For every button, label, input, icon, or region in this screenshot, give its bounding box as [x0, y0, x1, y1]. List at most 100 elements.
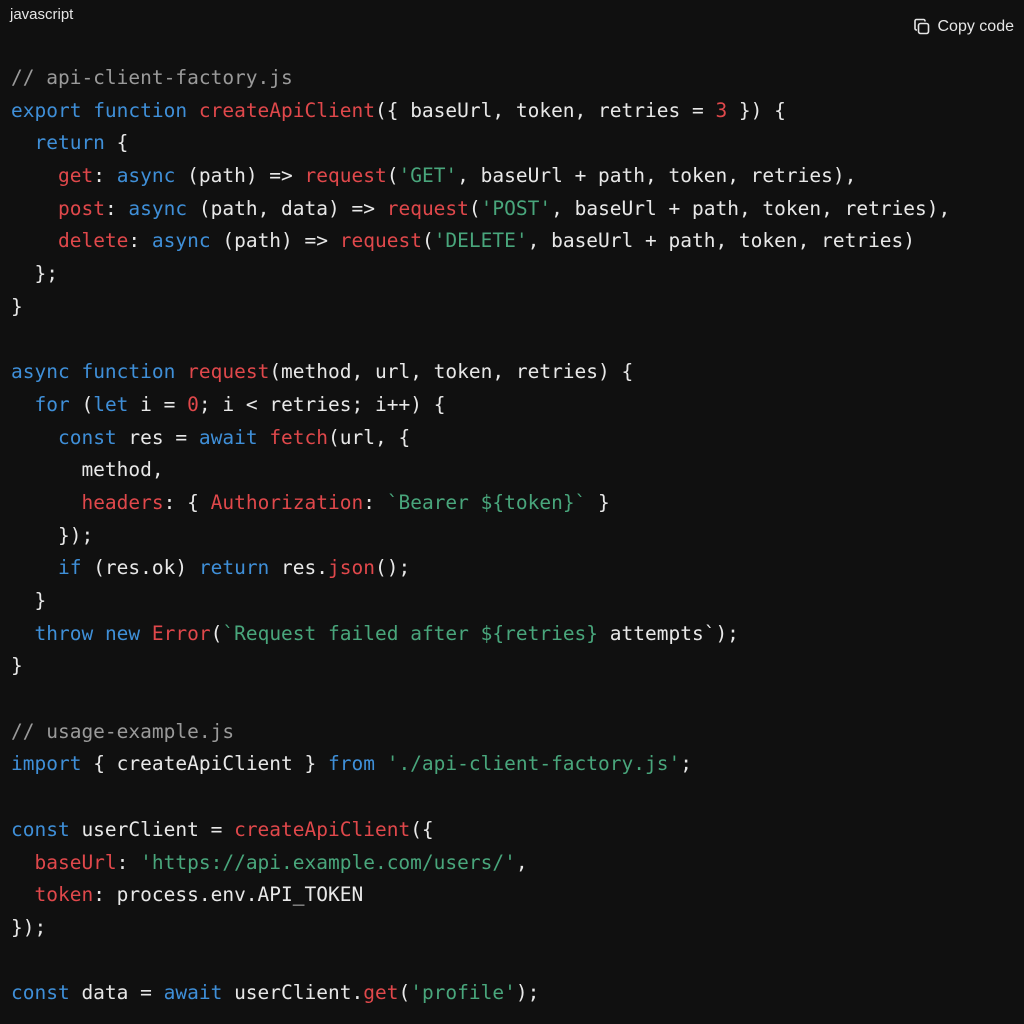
copy-code-button[interactable]: Copy code	[913, 18, 1015, 36]
code-string: 'https://api.example.com/users/'	[140, 850, 516, 874]
code-comment: // api-client-factory.js	[11, 66, 293, 89]
code-text: (path) =>	[175, 164, 305, 188]
code-string: 'GET'	[398, 164, 458, 188]
code-keyword: if	[57, 556, 82, 580]
code-line: return {	[11, 127, 950, 160]
code-text: , baseUrl + path, token, retries)	[527, 229, 916, 253]
code-number: 3	[715, 98, 728, 122]
code-text: }	[11, 294, 23, 318]
code-line: }	[11, 585, 950, 618]
code-line: token: process.env.API_TOKEN	[11, 879, 950, 912]
code-text: userClient.	[222, 981, 364, 1005]
code-text: : {	[163, 490, 211, 514]
code-keyword: async	[116, 164, 176, 188]
code-keyword: async	[151, 229, 211, 253]
code-text: (	[421, 229, 434, 253]
code-keyword: return	[34, 131, 105, 155]
code-line: post: async (path, data) => request('POS…	[11, 193, 950, 226]
language-label: javascript	[10, 6, 74, 23]
code-function-name: createApiClient	[198, 98, 375, 122]
code-line: async function request(method, url, toke…	[11, 356, 950, 389]
code-function-name: request	[386, 196, 469, 220]
code-text: }	[11, 589, 47, 612]
code-text: };	[11, 262, 58, 286]
code-line: method,	[11, 454, 950, 487]
code-line: get: async (path) => request('GET', base…	[11, 160, 950, 193]
code-text: , baseUrl + path, token, retries),	[551, 196, 951, 220]
code-keyword: return	[198, 556, 270, 580]
code-text: ();	[374, 556, 411, 580]
code-text: (method, url, token, retries) {	[269, 360, 634, 384]
code-text: }) {	[727, 98, 786, 122]
code-keyword: new	[104, 621, 152, 645]
code-keyword: throw	[34, 621, 105, 645]
code-text: :	[116, 850, 141, 874]
code-block: javascript Copy code // api-client-facto…	[0, 0, 1024, 1024]
copy-icon	[913, 18, 931, 36]
copy-code-label: Copy code	[937, 18, 1015, 35]
code-text: (url, {	[328, 425, 411, 449]
code-text: });	[11, 915, 47, 939]
code-property: delete	[57, 229, 129, 253]
code-text: );	[515, 981, 540, 1005]
code-keyword: from	[328, 752, 387, 776]
code-text: res.	[269, 556, 329, 580]
code-line: });	[11, 912, 950, 945]
code-text: }	[586, 490, 610, 514]
code-line: };	[11, 258, 950, 291]
code-line: // api-client-factory.js	[11, 62, 950, 95]
code-property: baseUrl	[34, 850, 117, 874]
code-text: res =	[116, 425, 199, 449]
code-text: });	[11, 523, 94, 547]
code-text: ;	[680, 752, 692, 776]
code-text: }	[11, 654, 23, 678]
code-text: ({ baseUrl, token, retries =	[374, 98, 716, 122]
code-line: }	[11, 650, 950, 683]
code-property: headers	[81, 490, 164, 514]
code-string: `Bearer ${token}`	[386, 490, 587, 514]
code-text: data =	[69, 981, 164, 1005]
code-text: :	[363, 490, 387, 514]
code-keyword: await	[163, 981, 223, 1005]
code-text: (	[210, 621, 223, 645]
code-property: Authorization	[210, 490, 364, 514]
code-text: ,	[515, 850, 528, 874]
code-function-name: request	[339, 229, 422, 253]
code-line: throw new Error(`Request failed after ${…	[11, 618, 950, 651]
code-string: `Request failed after ${retries}	[222, 621, 599, 645]
code-keyword: function	[93, 98, 199, 122]
code-text: :	[104, 196, 129, 220]
code-text: : process.env.API_TOKEN	[93, 883, 364, 907]
code-text: {	[104, 131, 129, 155]
code-keyword: await	[198, 425, 270, 449]
code-string: 'POST'	[480, 196, 552, 220]
code-line: const res = await fetch(url, {	[11, 422, 950, 455]
code-line: const userClient = createApiClient({	[11, 814, 950, 847]
code-text: :	[128, 229, 152, 253]
code-function-name: fetch	[269, 425, 329, 449]
code-property: post	[57, 196, 105, 220]
code-text: (	[69, 392, 94, 416]
code-text: i =	[128, 392, 188, 416]
code-text: userClient =	[69, 817, 235, 841]
code-content[interactable]: // api-client-factory.js export function …	[11, 62, 950, 1010]
code-keyword: let	[93, 392, 129, 416]
code-property: token	[34, 883, 94, 907]
code-text: ; i < retries; i++) {	[198, 392, 446, 416]
code-line: delete: async (path) => request('DELETE'…	[11, 225, 950, 258]
code-string: 'DELETE'	[433, 229, 528, 253]
code-text: ({	[410, 817, 434, 841]
code-line: headers: { Authorization: `Bearer ${toke…	[11, 487, 950, 520]
code-text: attempts`);	[598, 621, 739, 645]
